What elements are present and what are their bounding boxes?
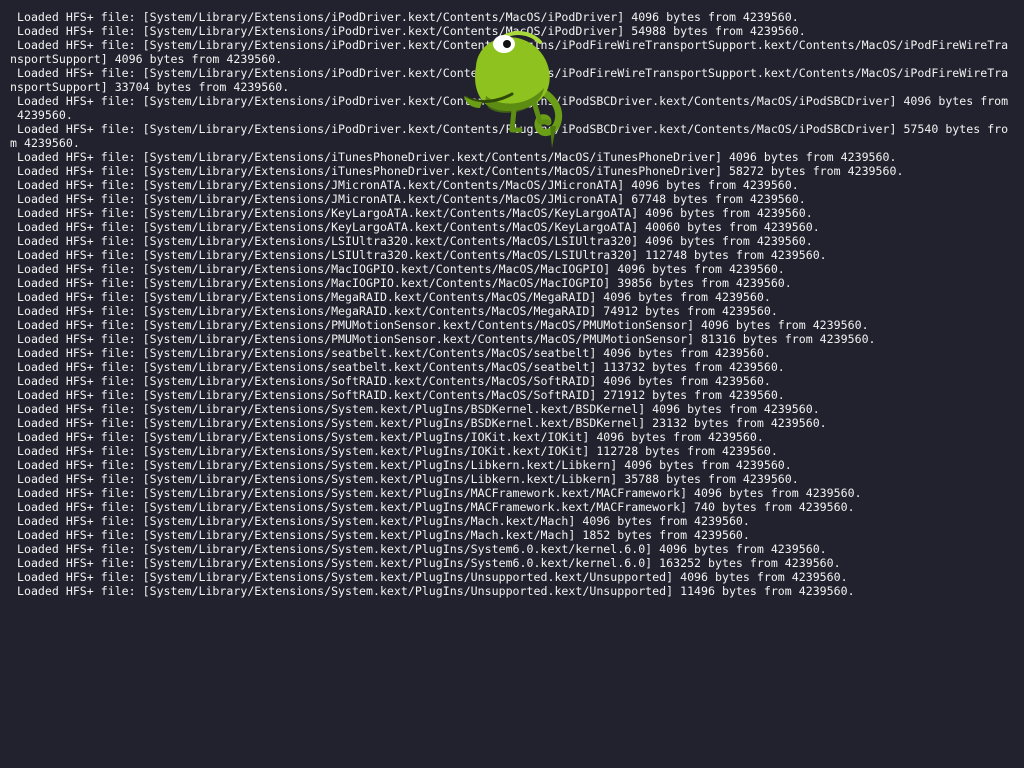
log-line: Loaded HFS+ file: [System/Library/Extens… bbox=[10, 164, 904, 178]
log-line: Loaded HFS+ file: [System/Library/Extens… bbox=[10, 542, 827, 556]
log-line: Loaded HFS+ file: [System/Library/Extens… bbox=[10, 150, 897, 164]
log-line: Loaded HFS+ file: [System/Library/Extens… bbox=[10, 192, 806, 206]
log-line: Loaded HFS+ file: [System/Library/Extens… bbox=[10, 346, 771, 360]
log-line: Loaded HFS+ file: [System/Library/Extens… bbox=[10, 206, 813, 220]
log-line: Loaded HFS+ file: [System/Library/Extens… bbox=[10, 360, 785, 374]
log-line: Loaded HFS+ file: [System/Library/Extens… bbox=[10, 290, 771, 304]
log-line: Loaded HFS+ file: [System/Library/Extens… bbox=[10, 416, 827, 430]
log-line: Loaded HFS+ file: [System/Library/Extens… bbox=[10, 472, 799, 486]
chameleon-icon bbox=[464, 31, 563, 148]
log-line: Loaded HFS+ file: [System/Library/Extens… bbox=[10, 178, 799, 192]
log-line: Loaded HFS+ file: [System/Library/Extens… bbox=[10, 500, 855, 514]
log-line: Loaded HFS+ file: [System/Library/Extens… bbox=[10, 318, 869, 332]
log-line: Loaded HFS+ file: [System/Library/Extens… bbox=[10, 486, 862, 500]
log-line: Loaded HFS+ file: [System/Library/Extens… bbox=[10, 234, 813, 248]
log-line: Loaded HFS+ file: [System/Library/Extens… bbox=[10, 528, 750, 542]
log-line: Loaded HFS+ file: [System/Library/Extens… bbox=[10, 332, 876, 346]
log-line: Loaded HFS+ file: [System/Library/Extens… bbox=[10, 430, 764, 444]
log-line: Loaded HFS+ file: [System/Library/Extens… bbox=[10, 444, 778, 458]
log-line: Loaded HFS+ file: [System/Library/Extens… bbox=[10, 570, 848, 584]
log-line: Loaded HFS+ file: [System/Library/Extens… bbox=[10, 220, 820, 234]
log-line: Loaded HFS+ file: [System/Library/Extens… bbox=[10, 514, 750, 528]
log-line: Loaded HFS+ file: [System/Library/Extens… bbox=[10, 584, 855, 598]
log-line: Loaded HFS+ file: [System/Library/Extens… bbox=[10, 402, 820, 416]
log-line: Loaded HFS+ file: [System/Library/Extens… bbox=[10, 276, 792, 290]
log-line: Loaded HFS+ file: [System/Library/Extens… bbox=[10, 388, 785, 402]
log-line: Loaded HFS+ file: [System/Library/Extens… bbox=[10, 374, 771, 388]
boot-console-screen: Loaded HFS+ file: [System/Library/Extens… bbox=[0, 0, 1024, 768]
log-line: Loaded HFS+ file: [System/Library/Extens… bbox=[10, 556, 841, 570]
log-line: Loaded HFS+ file: [System/Library/Extens… bbox=[10, 304, 778, 318]
log-line: Loaded HFS+ file: [System/Library/Extens… bbox=[10, 458, 792, 472]
log-line: Loaded HFS+ file: [System/Library/Extens… bbox=[10, 262, 785, 276]
log-line: Loaded HFS+ file: [System/Library/Extens… bbox=[10, 10, 799, 24]
log-line: Loaded HFS+ file: [System/Library/Extens… bbox=[10, 248, 827, 262]
